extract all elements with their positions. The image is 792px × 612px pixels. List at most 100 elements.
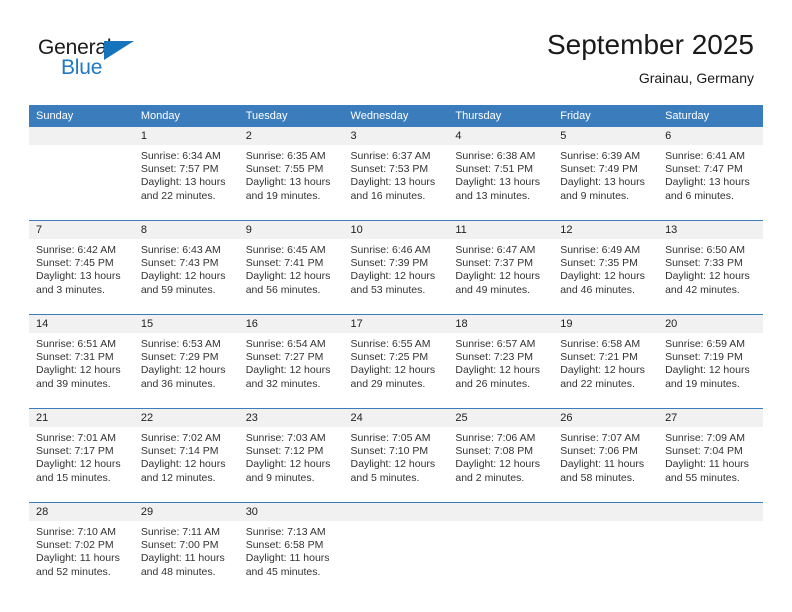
daylight-text: Daylight: 12 hours	[140, 458, 226, 471]
sunrise-text: Sunrise: 6:50 AM	[665, 244, 746, 256]
daylight-text-cont: and 3 minutes.	[36, 283, 105, 296]
weekday-header-saturday: Saturday	[658, 105, 763, 127]
page-header: General Blue September 2025 Grainau, Ger…	[0, 0, 792, 100]
sunset-text: Sunset: 7:17 PM	[36, 445, 114, 458]
daylight-text-cont: and 55 minutes.	[665, 471, 740, 484]
day-details: Sunrise: 6:58 AM Sunset: 7:21 PM Dayligh…	[553, 333, 658, 391]
calendar-week-row: 21 Sunrise: 7:01 AM Sunset: 7:17 PM Dayl…	[29, 408, 763, 503]
day-cell[interactable]	[553, 502, 659, 596]
day-cell[interactable]: 25 Sunrise: 7:06 AM Sunset: 7:08 PM Dayl…	[448, 408, 554, 503]
day-cell[interactable]: 7 Sunrise: 6:42 AM Sunset: 7:45 PM Dayli…	[29, 220, 134, 315]
daylight-text: Daylight: 13 hours	[665, 176, 750, 189]
day-details: Sunrise: 6:47 AM Sunset: 7:37 PM Dayligh…	[448, 239, 553, 297]
sunrise-text: Sunrise: 6:39 AM	[560, 150, 641, 162]
daylight-text-cont: and 59 minutes.	[140, 283, 216, 296]
day-number: 1	[133, 127, 239, 145]
day-cell[interactable]: 6 Sunrise: 6:41 AM Sunset: 7:47 PM Dayli…	[658, 127, 763, 221]
sunset-text: Sunset: 7:41 PM	[245, 257, 324, 270]
day-cell[interactable]	[343, 502, 449, 596]
day-details: Sunrise: 7:10 AM Sunset: 7:02 PM Dayligh…	[29, 521, 134, 579]
day-details: Sunrise: 6:39 AM Sunset: 7:49 PM Dayligh…	[553, 145, 658, 203]
day-cell[interactable]: 5 Sunrise: 6:39 AM Sunset: 7:49 PM Dayli…	[553, 127, 659, 221]
daylight-text: Daylight: 12 hours	[350, 364, 436, 377]
day-cell[interactable]: 11 Sunrise: 6:47 AM Sunset: 7:37 PM Dayl…	[448, 220, 554, 315]
daylight-text-cont: and 53 minutes.	[350, 283, 426, 296]
day-number: 3	[343, 127, 449, 145]
sunset-text: Sunset: 7:35 PM	[560, 257, 638, 270]
daylight-text-cont: and 58 minutes.	[560, 471, 635, 484]
daylight-text-cont: and 39 minutes.	[36, 377, 111, 390]
daylight-text-cont: and 19 minutes.	[245, 189, 321, 202]
day-details: Sunrise: 6:51 AM Sunset: 7:31 PM Dayligh…	[29, 333, 134, 391]
day-cell[interactable]: 24 Sunrise: 7:05 AM Sunset: 7:10 PM Dayl…	[343, 408, 449, 503]
day-details: Sunrise: 6:41 AM Sunset: 7:47 PM Dayligh…	[658, 145, 763, 203]
day-cell[interactable]: 26 Sunrise: 7:07 AM Sunset: 7:06 PM Dayl…	[553, 408, 659, 503]
day-cell[interactable]: 14 Sunrise: 6:51 AM Sunset: 7:31 PM Dayl…	[29, 314, 134, 409]
daylight-text-cont: and 56 minutes.	[245, 283, 321, 296]
day-cell[interactable]: 21 Sunrise: 7:01 AM Sunset: 7:17 PM Dayl…	[29, 408, 134, 503]
day-cell[interactable]: 2 Sunrise: 6:35 AM Sunset: 7:55 PM Dayli…	[238, 127, 344, 221]
day-number: 7	[29, 221, 134, 239]
day-cell[interactable]	[448, 502, 554, 596]
weekday-header-monday: Monday	[133, 105, 239, 127]
calendar-page: General Blue September 2025 Grainau, Ger…	[0, 0, 792, 612]
sunrise-text: Sunrise: 6:46 AM	[350, 244, 431, 256]
day-details	[448, 521, 553, 526]
day-number: 25	[448, 409, 554, 427]
day-number: 19	[553, 315, 659, 333]
day-cell[interactable]: 28 Sunrise: 7:10 AM Sunset: 7:02 PM Dayl…	[29, 502, 134, 596]
day-cell[interactable]: 13 Sunrise: 6:50 AM Sunset: 7:33 PM Dayl…	[658, 220, 763, 315]
day-cell[interactable]: 3 Sunrise: 6:37 AM Sunset: 7:53 PM Dayli…	[343, 127, 449, 221]
day-cell[interactable]: 20 Sunrise: 6:59 AM Sunset: 7:19 PM Dayl…	[658, 314, 763, 409]
day-number: 23	[238, 409, 344, 427]
day-cell[interactable]: 30 Sunrise: 7:13 AM Sunset: 6:58 PM Dayl…	[238, 502, 344, 596]
day-details	[344, 521, 449, 526]
day-cell[interactable]	[29, 127, 134, 221]
sunrise-text: Sunrise: 6:43 AM	[140, 244, 221, 256]
sunrise-text: Sunrise: 7:02 AM	[140, 432, 221, 444]
day-cell[interactable]: 18 Sunrise: 6:57 AM Sunset: 7:23 PM Dayl…	[448, 314, 554, 409]
day-cell[interactable]: 4 Sunrise: 6:38 AM Sunset: 7:51 PM Dayli…	[448, 127, 554, 221]
daylight-text-cont: and 6 minutes.	[665, 189, 734, 202]
daylight-text: Daylight: 13 hours	[140, 176, 226, 189]
sunrise-text: Sunrise: 6:54 AM	[245, 338, 326, 350]
day-cell[interactable]: 23 Sunrise: 7:03 AM Sunset: 7:12 PM Dayl…	[238, 408, 344, 503]
day-details: Sunrise: 7:03 AM Sunset: 7:12 PM Dayligh…	[239, 427, 344, 485]
day-cell[interactable]: 12 Sunrise: 6:49 AM Sunset: 7:35 PM Dayl…	[553, 220, 659, 315]
daylight-text: Daylight: 13 hours	[455, 176, 541, 189]
day-cell[interactable]: 27 Sunrise: 7:09 AM Sunset: 7:04 PM Dayl…	[658, 408, 763, 503]
day-cell[interactable]: 22 Sunrise: 7:02 AM Sunset: 7:14 PM Dayl…	[133, 408, 239, 503]
daylight-text-cont: and 19 minutes.	[665, 377, 740, 390]
daylight-text-cont: and 52 minutes.	[36, 565, 111, 578]
day-details: Sunrise: 6:37 AM Sunset: 7:53 PM Dayligh…	[344, 145, 449, 203]
day-number: 18	[448, 315, 554, 333]
day-details: Sunrise: 7:06 AM Sunset: 7:08 PM Dayligh…	[448, 427, 553, 485]
day-cell[interactable]: 9 Sunrise: 6:45 AM Sunset: 7:41 PM Dayli…	[238, 220, 344, 315]
daylight-text-cont: and 16 minutes.	[350, 189, 426, 202]
day-cell[interactable]: 10 Sunrise: 6:46 AM Sunset: 7:39 PM Dayl…	[343, 220, 449, 315]
sunrise-text: Sunrise: 6:58 AM	[560, 338, 641, 350]
daylight-text: Daylight: 12 hours	[36, 458, 121, 471]
daylight-text: Daylight: 12 hours	[245, 458, 331, 471]
day-cell[interactable]	[658, 502, 763, 596]
day-cell[interactable]: 16 Sunrise: 6:54 AM Sunset: 7:27 PM Dayl…	[238, 314, 344, 409]
day-cell[interactable]: 1 Sunrise: 6:34 AM Sunset: 7:57 PM Dayli…	[133, 127, 239, 221]
day-cell[interactable]: 17 Sunrise: 6:55 AM Sunset: 7:25 PM Dayl…	[343, 314, 449, 409]
calendar-week-row: 28 Sunrise: 7:10 AM Sunset: 7:02 PM Dayl…	[29, 502, 763, 596]
daylight-text-cont: and 42 minutes.	[665, 283, 740, 296]
daylight-text: Daylight: 11 hours	[560, 458, 645, 471]
calendar-week-row: 14 Sunrise: 6:51 AM Sunset: 7:31 PM Dayl…	[29, 314, 763, 409]
sunset-text: Sunset: 7:10 PM	[350, 445, 429, 458]
daylight-text: Daylight: 12 hours	[36, 364, 121, 377]
daylight-text: Daylight: 13 hours	[245, 176, 331, 189]
day-cell[interactable]: 19 Sunrise: 6:58 AM Sunset: 7:21 PM Dayl…	[553, 314, 659, 409]
sunset-text: Sunset: 7:21 PM	[560, 351, 638, 364]
day-cell[interactable]: 15 Sunrise: 6:53 AM Sunset: 7:29 PM Dayl…	[133, 314, 239, 409]
day-details: Sunrise: 7:01 AM Sunset: 7:17 PM Dayligh…	[29, 427, 134, 485]
daylight-text-cont: and 48 minutes.	[140, 565, 216, 578]
daylight-text-cont: and 49 minutes.	[455, 283, 531, 296]
day-cell[interactable]: 8 Sunrise: 6:43 AM Sunset: 7:43 PM Dayli…	[133, 220, 239, 315]
day-cell[interactable]: 29 Sunrise: 7:11 AM Sunset: 7:00 PM Dayl…	[133, 502, 239, 596]
day-number: 21	[29, 409, 134, 427]
day-number: 16	[238, 315, 344, 333]
